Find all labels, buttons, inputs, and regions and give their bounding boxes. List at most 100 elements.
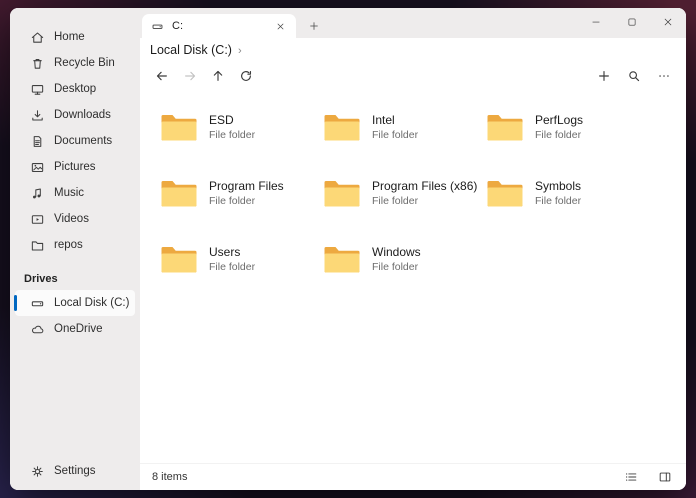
sidebar-item-label: Desktop: [54, 83, 96, 95]
sidebar-item-recycle-bin[interactable]: Recycle Bin: [15, 50, 135, 76]
folder-icon: [160, 112, 198, 142]
tab-bar: C:: [140, 8, 686, 38]
folder-name: Program Files (x86): [372, 179, 474, 193]
breadcrumb-item-local-disk[interactable]: Local Disk (C:): [150, 43, 232, 57]
folder-grid: ESD File folder Intel File folder PerfLogs…: [140, 90, 686, 463]
folder-name: Windows: [372, 245, 421, 259]
pictures-icon: [30, 160, 45, 175]
drive-icon: [30, 296, 45, 311]
back-button[interactable]: [150, 64, 174, 88]
folder-icon: [323, 244, 361, 274]
breadcrumb: Local Disk (C:) ›: [140, 38, 686, 62]
sidebar-item-onedrive[interactable]: OneDrive: [15, 316, 135, 342]
toolbar-right: [592, 64, 676, 88]
downloads-icon: [30, 108, 45, 123]
folder-type: File folder: [535, 195, 581, 207]
sidebar-item-label: Music: [54, 187, 84, 199]
folder-name: Users: [209, 245, 255, 259]
sidebar-item-label: repos: [54, 239, 83, 251]
sidebar-item-music[interactable]: Music: [15, 180, 135, 206]
folder-tile-program-files-x86[interactable]: Program Files (x86) File folder: [311, 160, 474, 226]
sidebar-item-desktop[interactable]: Desktop: [15, 76, 135, 102]
folder-tile-program-files[interactable]: Program Files File folder: [148, 160, 311, 226]
sidebar-item-settings[interactable]: Settings: [15, 458, 135, 484]
maximize-button[interactable]: [614, 8, 650, 36]
sidebar-item-label: Pictures: [54, 161, 96, 173]
folder-tile-intel[interactable]: Intel File folder: [311, 94, 474, 160]
cloud-icon: [30, 322, 45, 337]
sidebar-item-repos[interactable]: repos: [15, 232, 135, 258]
drives-section-header: Drives: [10, 268, 140, 290]
gear-icon: [30, 464, 45, 479]
folder-icon: [323, 178, 361, 208]
folder-name: ESD: [209, 113, 255, 127]
folder-tile-windows[interactable]: Windows File folder: [311, 226, 474, 292]
sidebar-item-local-disk-c[interactable]: Local Disk (C:): [15, 290, 135, 316]
preview-pane-icon[interactable]: [656, 468, 674, 486]
up-button[interactable]: [206, 64, 230, 88]
file-explorer-window: Home Recycle Bin Desktop Downloads Docum…: [10, 8, 686, 490]
repos-icon: [30, 238, 45, 253]
tab-label: C:: [172, 20, 265, 32]
items-count: 8 items: [152, 471, 187, 483]
folder-tile-esd[interactable]: ESD File folder: [148, 94, 311, 160]
status-bar: 8 items: [140, 463, 686, 490]
tab-c-drive[interactable]: C:: [142, 14, 296, 38]
recycle-bin-icon: [30, 56, 45, 71]
folder-tile-users[interactable]: Users File folder: [148, 226, 311, 292]
folder-icon: [486, 112, 524, 142]
search-button[interactable]: [622, 64, 646, 88]
sidebar-item-label: Recycle Bin: [54, 57, 115, 69]
home-icon: [30, 30, 45, 45]
new-tab-button[interactable]: [302, 14, 326, 38]
documents-icon: [30, 134, 45, 149]
sidebar-item-label: Settings: [54, 465, 96, 477]
folder-type: File folder: [209, 129, 255, 141]
more-options-button[interactable]: [652, 64, 676, 88]
folder-name: Symbols: [535, 179, 581, 193]
sidebar-item-label: OneDrive: [54, 323, 103, 335]
folder-type: File folder: [372, 129, 418, 141]
details-view-icon[interactable]: [622, 468, 640, 486]
minimize-button[interactable]: [578, 8, 614, 36]
close-button[interactable]: [650, 8, 686, 36]
folder-name: PerfLogs: [535, 113, 583, 127]
folder-icon: [486, 178, 524, 208]
folder-icon: [160, 178, 198, 208]
sidebar-item-home[interactable]: Home: [15, 24, 135, 50]
toolbar: [140, 62, 686, 90]
refresh-button[interactable]: [234, 64, 258, 88]
sidebar-item-label: Local Disk (C:): [54, 297, 129, 309]
chevron-right-icon: ›: [238, 45, 242, 57]
music-icon: [30, 186, 45, 201]
new-item-button[interactable]: [592, 64, 616, 88]
folder-type: File folder: [535, 129, 583, 141]
folder-type: File folder: [209, 195, 284, 207]
sidebar-item-label: Videos: [54, 213, 89, 225]
folder-icon: [160, 244, 198, 274]
sidebar-item-documents[interactable]: Documents: [15, 128, 135, 154]
status-bar-actions: [622, 468, 674, 486]
sidebar-item-label: Downloads: [54, 109, 111, 121]
forward-button[interactable]: [178, 64, 202, 88]
folder-tile-symbols[interactable]: Symbols File folder: [474, 160, 637, 226]
sidebar-item-label: Home: [54, 31, 85, 43]
sidebar-item-videos[interactable]: Videos: [15, 206, 135, 232]
sidebar-spacer: [10, 342, 140, 458]
sidebar: Home Recycle Bin Desktop Downloads Docum…: [10, 8, 140, 490]
desktop-icon: [30, 82, 45, 97]
folder-type: File folder: [209, 261, 255, 273]
sidebar-item-pictures[interactable]: Pictures: [15, 154, 135, 180]
folder-name: Program Files: [209, 179, 284, 193]
sidebar-item-label: Documents: [54, 135, 112, 147]
main-pane: C: Local Disk (C:) ›: [140, 8, 686, 490]
folder-type: File folder: [372, 261, 421, 273]
folder-name: Intel: [372, 113, 418, 127]
drive-icon: [150, 19, 165, 34]
folder-icon: [323, 112, 361, 142]
tab-close-icon[interactable]: [272, 18, 288, 34]
folder-tile-perflogs[interactable]: PerfLogs File folder: [474, 94, 637, 160]
folder-type: File folder: [372, 195, 474, 207]
videos-icon: [30, 212, 45, 227]
sidebar-item-downloads[interactable]: Downloads: [15, 102, 135, 128]
